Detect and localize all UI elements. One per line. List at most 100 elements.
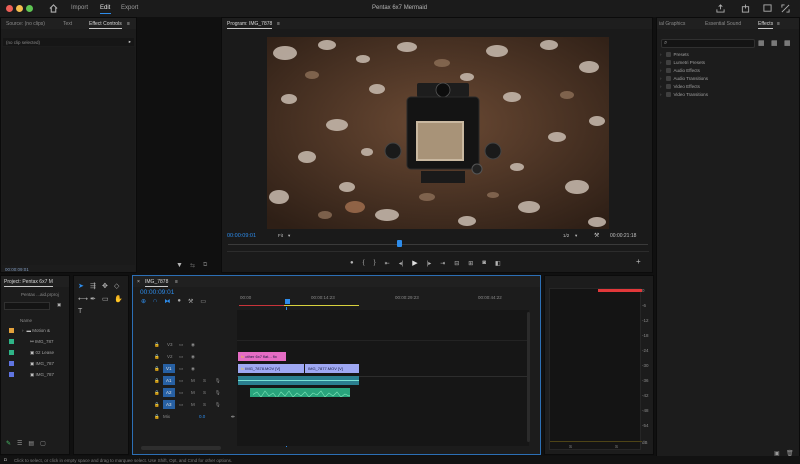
wrench-icon[interactable]: ⚒ bbox=[594, 232, 599, 239]
track-area[interactable]: fx other 6x7 flat... fix fx IMG_7878.MOV… bbox=[237, 310, 530, 446]
tab-project[interactable]: Project: Pentax 6x7 M bbox=[4, 279, 53, 287]
slip-tool-icon[interactable]: ⟷ bbox=[78, 295, 90, 303]
razor-tool-icon[interactable]: ◇ bbox=[114, 282, 126, 290]
program-playhead[interactable] bbox=[397, 240, 402, 247]
menu-edit[interactable]: Edit bbox=[100, 5, 110, 11]
tree-item-audio-transitions[interactable]: › Audio Transitions bbox=[660, 76, 708, 81]
step-back-icon[interactable]: ◂| bbox=[399, 260, 404, 267]
filter-icon[interactable]: ▼ bbox=[176, 262, 183, 269]
new-search-bin-icon[interactable]: ▣ bbox=[57, 302, 61, 308]
tree-item-lumetri-presets[interactable]: › Lumetri Presets bbox=[660, 60, 705, 65]
clip-selector[interactable]: (no clip selected) ▸ bbox=[3, 38, 134, 46]
project-item-folder[interactable]: › ▬ Motion & bbox=[9, 328, 50, 333]
go-to-out-icon[interactable]: ⇥ bbox=[440, 260, 445, 267]
tab-source[interactable]: Source: (no clips) bbox=[6, 21, 45, 27]
clip-v1-img7878[interactable]: fx IMG_7878.MOV [V] bbox=[238, 364, 304, 373]
tree-item-video-effects[interactable]: › Video Effects bbox=[660, 84, 700, 89]
quick-export-icon[interactable] bbox=[715, 3, 726, 14]
track-header-v1[interactable]: 🔒 V1 ▭ ◉ bbox=[133, 364, 237, 373]
menu-export[interactable]: Export bbox=[121, 5, 138, 11]
accelerated-effects-icon[interactable]: ▦ bbox=[758, 39, 765, 47]
add-button-icon[interactable]: + bbox=[636, 257, 641, 266]
play-icon[interactable]: ▶ bbox=[412, 259, 417, 267]
ripple-edit-tool-icon[interactable]: ✥ bbox=[102, 282, 114, 290]
solo-left-button[interactable]: S bbox=[569, 444, 572, 449]
lift-icon[interactable]: ⊟ bbox=[454, 260, 459, 267]
track-header-mix[interactable]: 🔒 Mix 0.0 ⇹ bbox=[133, 412, 237, 421]
fullscreen-icon[interactable] bbox=[780, 3, 791, 14]
program-scrubber[interactable] bbox=[228, 244, 648, 245]
video-frame[interactable] bbox=[267, 37, 609, 229]
timeline-vertical-scrollbar[interactable] bbox=[527, 312, 530, 442]
chevron-down-icon[interactable]: ▾ bbox=[288, 233, 290, 239]
clip-v1-img7877[interactable]: IMG_7877.MOV [V] bbox=[305, 364, 359, 373]
fit-dropdown[interactable]: Fit bbox=[278, 233, 283, 238]
solo-right-button[interactable]: S bbox=[615, 444, 618, 449]
captions-icon[interactable]: ▭ bbox=[200, 298, 206, 305]
yuv-effects-icon[interactable]: ▦ bbox=[784, 39, 791, 47]
tree-item-audio-effects[interactable]: › Audio Effects bbox=[660, 68, 700, 73]
tab-essential-graphics[interactable]: ial Graphics bbox=[659, 21, 685, 27]
minimize-window-button[interactable] bbox=[16, 5, 23, 12]
mark-in-icon[interactable]: { bbox=[363, 260, 365, 266]
chevron-down-icon[interactable]: ▾ bbox=[575, 233, 577, 239]
track-header-a2[interactable]: 🔒 A2 ▭ M S 🎙 bbox=[133, 388, 237, 397]
panel-menu-icon[interactable]: ≡ bbox=[175, 279, 178, 285]
add-marker-icon[interactable]: ● bbox=[177, 298, 181, 305]
extract-icon[interactable]: ⊞ bbox=[468, 260, 473, 267]
track-select-tool-icon[interactable]: ⇶ bbox=[90, 282, 102, 290]
share-icon[interactable] bbox=[740, 3, 751, 14]
project-item-audio[interactable]: ▣ 02 Lease bbox=[9, 350, 54, 356]
icon-view-icon[interactable]: ▤ bbox=[28, 440, 34, 452]
linked-selection-icon[interactable]: ⧓ bbox=[164, 298, 170, 305]
nest-icon[interactable]: ⊕ bbox=[141, 298, 146, 305]
export-frame-icon[interactable]: ◙ bbox=[482, 260, 486, 266]
track-header-a1[interactable]: 🔒 A1 ▭ M S 🎙 bbox=[133, 376, 237, 385]
project-item-video-1[interactable]: ▣ IMG_787 bbox=[9, 361, 54, 367]
close-tab-icon[interactable]: × bbox=[137, 279, 140, 285]
track-header-v3[interactable]: 🔒 V3 ▭ ◉ bbox=[133, 340, 237, 349]
tree-item-video-transitions[interactable]: › Video Transitions bbox=[660, 92, 708, 97]
type-tool-icon[interactable]: T bbox=[78, 308, 90, 315]
project-item-video-2[interactable]: ▣ IMG_787 bbox=[9, 372, 54, 378]
menu-import[interactable]: Import bbox=[71, 5, 88, 11]
rectangle-tool-icon[interactable]: ▭ bbox=[102, 295, 114, 303]
mark-out-icon[interactable]: } bbox=[374, 260, 376, 266]
tab-effect-controls[interactable]: Effect Controls bbox=[89, 21, 122, 29]
clip-title-graphic[interactable]: fx other 6x7 flat... fix bbox=[238, 352, 286, 361]
tree-item-presets[interactable]: › Presets bbox=[660, 52, 689, 57]
32bit-effects-icon[interactable]: ▦ bbox=[771, 39, 778, 47]
track-header-a3[interactable]: 🔒 A3 ▭ M S 🎙 bbox=[133, 400, 237, 409]
tab-text[interactable]: Text bbox=[63, 21, 72, 27]
timeline-timecode[interactable]: 00:00:09:01 bbox=[140, 289, 174, 296]
pen-tool-icon[interactable]: ✒ bbox=[90, 295, 102, 303]
comparison-view-icon[interactable]: ◧ bbox=[495, 260, 501, 267]
tab-essential-sound[interactable]: Essential Sound bbox=[705, 21, 741, 27]
timeline-playhead-head[interactable] bbox=[285, 299, 290, 304]
clip-a2-audio[interactable] bbox=[250, 388, 350, 397]
time-ruler[interactable]: 00:00 00:00:14:23 00:00:29:23 00:00:44:2… bbox=[237, 289, 529, 309]
timeline-horizontal-scrollbar[interactable] bbox=[141, 446, 221, 450]
track-header-v2[interactable]: 🔒 V2 ▭ ◉ bbox=[133, 352, 237, 361]
program-timecode[interactable]: 00:00:09:01 bbox=[227, 233, 256, 239]
project-search-input[interactable] bbox=[4, 302, 50, 310]
list-view-icon[interactable]: ☰ bbox=[17, 440, 22, 452]
pencil-icon[interactable]: ✎ bbox=[6, 440, 11, 452]
hand-tool-icon[interactable]: ✋ bbox=[114, 295, 126, 303]
step-forward-icon[interactable]: |▸ bbox=[427, 260, 432, 267]
freeform-view-icon[interactable]: ▢ bbox=[40, 440, 46, 452]
home-icon[interactable] bbox=[48, 3, 59, 14]
project-item-sequence[interactable]: ⚯ IMG_787 bbox=[9, 339, 54, 345]
sync-icon[interactable]: ⇆ bbox=[190, 262, 195, 269]
panel-menu-icon[interactable]: ≡ bbox=[127, 21, 130, 27]
snap-icon[interactable]: ∩ bbox=[153, 298, 157, 305]
tab-effects[interactable]: Effects bbox=[758, 21, 774, 29]
resolution-dropdown[interactable]: 1/2 bbox=[563, 233, 569, 238]
effects-search-input[interactable]: ⌕ bbox=[661, 39, 755, 48]
panel-menu-icon[interactable]: ≡ bbox=[277, 21, 280, 27]
close-window-button[interactable] bbox=[6, 5, 13, 12]
chevron-right-icon[interactable]: ▸ bbox=[129, 39, 131, 45]
link-icon[interactable]: ⧉ bbox=[203, 262, 207, 269]
selection-tool-icon[interactable]: ➤ bbox=[78, 282, 90, 290]
timeline-tab[interactable]: IMG_7878 bbox=[145, 279, 169, 287]
